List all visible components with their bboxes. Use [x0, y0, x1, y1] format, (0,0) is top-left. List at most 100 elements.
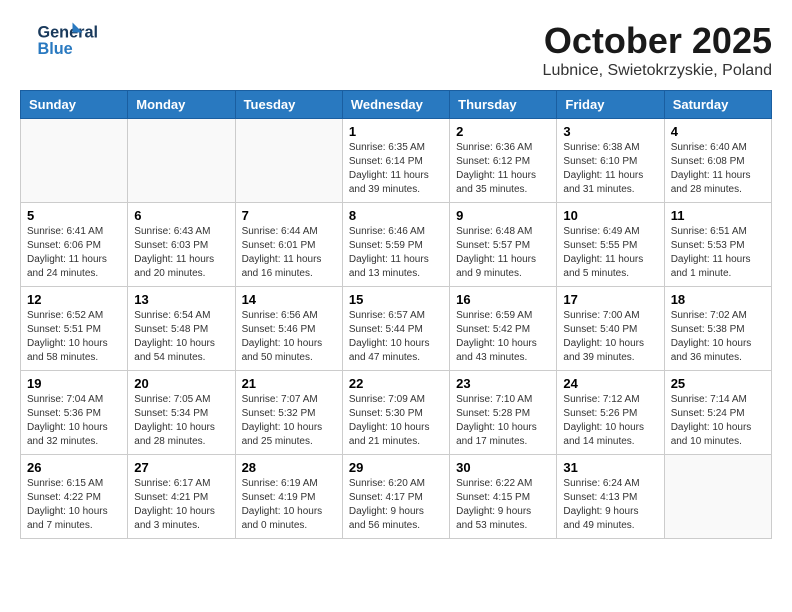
day-info: Sunrise: 6:46 AM Sunset: 5:59 PM Dayligh… — [349, 225, 443, 281]
day-number: 2 — [456, 124, 550, 139]
day-number: 31 — [563, 460, 657, 475]
calendar-cell: 25 Sunrise: 7:14 AM Sunset: 5:24 PM Dayli… — [664, 371, 771, 455]
day-number: 4 — [671, 124, 765, 139]
day-number: 18 — [671, 292, 765, 307]
day-info: Sunrise: 6:52 AM Sunset: 5:51 PM Dayligh… — [27, 309, 121, 365]
calendar-cell: 21 Sunrise: 7:07 AM Sunset: 5:32 PM Dayli… — [235, 371, 342, 455]
calendar-cell: 9 Sunrise: 6:48 AM Sunset: 5:57 PM Daylig… — [450, 203, 557, 287]
calendar-cell: 14 Sunrise: 6:56 AM Sunset: 5:46 PM Dayli… — [235, 287, 342, 371]
day-info: Sunrise: 6:36 AM Sunset: 6:12 PM Dayligh… — [456, 141, 550, 197]
day-number: 26 — [27, 460, 121, 475]
calendar-cell: 17 Sunrise: 7:00 AM Sunset: 5:40 PM Dayli… — [557, 287, 664, 371]
calendar-cell — [21, 119, 128, 203]
day-info: Sunrise: 7:07 AM Sunset: 5:32 PM Dayligh… — [242, 393, 336, 449]
calendar-cell: 10 Sunrise: 6:49 AM Sunset: 5:55 PM Dayli… — [557, 203, 664, 287]
calendar-cell: 19 Sunrise: 7:04 AM Sunset: 5:36 PM Dayli… — [21, 371, 128, 455]
day-info: Sunrise: 6:49 AM Sunset: 5:55 PM Dayligh… — [563, 225, 657, 281]
day-info: Sunrise: 7:05 AM Sunset: 5:34 PM Dayligh… — [134, 393, 228, 449]
day-number: 19 — [27, 376, 121, 391]
calendar-cell: 24Sunrise: 7:12 AM Sunset: 5:26 PM Dayli… — [557, 371, 664, 455]
day-number: 15 — [349, 292, 443, 307]
day-number: 1 — [349, 124, 443, 139]
location-subtitle: Lubnice, Swietokrzyskie, Poland — [543, 62, 772, 80]
calendar-cell: 1Sunrise: 6:35 AM Sunset: 6:14 PM Daylig… — [342, 119, 449, 203]
calendar-cell: 6Sunrise: 6:43 AM Sunset: 6:03 PM Daylig… — [128, 203, 235, 287]
calendar-week-row: 19 Sunrise: 7:04 AM Sunset: 5:36 PM Dayli… — [21, 371, 772, 455]
day-info: Sunrise: 7:14 AM Sunset: 5:24 PM Dayligh… — [671, 393, 765, 449]
calendar-week-row: 1Sunrise: 6:35 AM Sunset: 6:14 PM Daylig… — [21, 119, 772, 203]
calendar-week-row: 26 Sunrise: 6:15 AM Sunset: 4:22 PM Dayli… — [21, 455, 772, 539]
day-number: 3 — [563, 124, 657, 139]
calendar-cell: 28 Sunrise: 6:19 AM Sunset: 4:19 PM Dayli… — [235, 455, 342, 539]
day-number: 5 — [27, 208, 121, 223]
day-number: 27 — [134, 460, 228, 475]
col-header-thursday: Thursday — [450, 91, 557, 119]
page-header: General Blue October 2025 Lubnice, Swiet… — [20, 20, 772, 80]
day-info: Sunrise: 7:02 AM Sunset: 5:38 PM Dayligh… — [671, 309, 765, 365]
calendar-cell: 20Sunrise: 7:05 AM Sunset: 5:34 PM Dayli… — [128, 371, 235, 455]
calendar-week-row: 12 Sunrise: 6:52 AM Sunset: 5:51 PM Dayli… — [21, 287, 772, 371]
day-number: 14 — [242, 292, 336, 307]
day-number: 16 — [456, 292, 550, 307]
calendar-cell: 3Sunrise: 6:38 AM Sunset: 6:10 PM Daylig… — [557, 119, 664, 203]
calendar-cell — [128, 119, 235, 203]
day-number: 25 — [671, 376, 765, 391]
calendar-cell: 27 Sunrise: 6:17 AM Sunset: 4:21 PM Dayli… — [128, 455, 235, 539]
day-info: Sunrise: 7:12 AM Sunset: 5:26 PM Dayligh… — [563, 393, 657, 449]
col-header-tuesday: Tuesday — [235, 91, 342, 119]
day-info: Sunrise: 6:48 AM Sunset: 5:57 PM Dayligh… — [456, 225, 550, 281]
calendar-week-row: 5Sunrise: 6:41 AM Sunset: 6:06 PM Daylig… — [21, 203, 772, 287]
day-info: Sunrise: 6:56 AM Sunset: 5:46 PM Dayligh… — [242, 309, 336, 365]
day-number: 17 — [563, 292, 657, 307]
day-info: Sunrise: 7:00 AM Sunset: 5:40 PM Dayligh… — [563, 309, 657, 365]
day-number: 11 — [671, 208, 765, 223]
day-number: 21 — [242, 376, 336, 391]
col-header-monday: Monday — [128, 91, 235, 119]
day-info: Sunrise: 6:57 AM Sunset: 5:44 PM Dayligh… — [349, 309, 443, 365]
logo-icon: General Blue — [20, 20, 100, 60]
calendar-cell: 11 Sunrise: 6:51 AM Sunset: 5:53 PM Dayli… — [664, 203, 771, 287]
col-header-friday: Friday — [557, 91, 664, 119]
calendar-cell: 15 Sunrise: 6:57 AM Sunset: 5:44 PM Dayli… — [342, 287, 449, 371]
col-header-saturday: Saturday — [664, 91, 771, 119]
calendar-cell: 7 Sunrise: 6:44 AM Sunset: 6:01 PM Daylig… — [235, 203, 342, 287]
calendar-cell: 29 Sunrise: 6:20 AM Sunset: 4:17 PM Dayli… — [342, 455, 449, 539]
month-title: October 2025 — [543, 20, 772, 62]
day-info: Sunrise: 6:20 AM Sunset: 4:17 PM Dayligh… — [349, 477, 443, 533]
calendar-cell: 5Sunrise: 6:41 AM Sunset: 6:06 PM Daylig… — [21, 203, 128, 287]
day-info: Sunrise: 6:51 AM Sunset: 5:53 PM Dayligh… — [671, 225, 765, 281]
col-header-sunday: Sunday — [21, 91, 128, 119]
day-info: Sunrise: 6:59 AM Sunset: 5:42 PM Dayligh… — [456, 309, 550, 365]
calendar-cell: 4Sunrise: 6:40 AM Sunset: 6:08 PM Daylig… — [664, 119, 771, 203]
day-number: 28 — [242, 460, 336, 475]
day-info: Sunrise: 6:43 AM Sunset: 6:03 PM Dayligh… — [134, 225, 228, 281]
day-info: Sunrise: 6:17 AM Sunset: 4:21 PM Dayligh… — [134, 477, 228, 533]
calendar-cell: 30 Sunrise: 6:22 AM Sunset: 4:15 PM Dayli… — [450, 455, 557, 539]
day-number: 9 — [456, 208, 550, 223]
day-number: 23 — [456, 376, 550, 391]
calendar-cell: 12 Sunrise: 6:52 AM Sunset: 5:51 PM Dayli… — [21, 287, 128, 371]
day-info: Sunrise: 7:10 AM Sunset: 5:28 PM Dayligh… — [456, 393, 550, 449]
calendar-cell: 23 Sunrise: 7:10 AM Sunset: 5:28 PM Dayli… — [450, 371, 557, 455]
day-info: Sunrise: 7:04 AM Sunset: 5:36 PM Dayligh… — [27, 393, 121, 449]
day-number: 30 — [456, 460, 550, 475]
day-number: 10 — [563, 208, 657, 223]
day-info: Sunrise: 6:54 AM Sunset: 5:48 PM Dayligh… — [134, 309, 228, 365]
day-info: Sunrise: 6:44 AM Sunset: 6:01 PM Dayligh… — [242, 225, 336, 281]
col-header-wednesday: Wednesday — [342, 91, 449, 119]
day-info: Sunrise: 6:19 AM Sunset: 4:19 PM Dayligh… — [242, 477, 336, 533]
day-info: Sunrise: 6:15 AM Sunset: 4:22 PM Dayligh… — [27, 477, 121, 533]
calendar-cell: 2 Sunrise: 6:36 AM Sunset: 6:12 PM Daylig… — [450, 119, 557, 203]
day-number: 12 — [27, 292, 121, 307]
day-number: 7 — [242, 208, 336, 223]
day-number: 29 — [349, 460, 443, 475]
calendar-cell: 16 Sunrise: 6:59 AM Sunset: 5:42 PM Dayli… — [450, 287, 557, 371]
logo: General Blue — [20, 20, 100, 60]
day-info: Sunrise: 6:24 AM Sunset: 4:13 PM Dayligh… — [563, 477, 657, 533]
calendar-table: SundayMondayTuesdayWednesdayThursdayFrid… — [20, 90, 772, 539]
day-number: 22 — [349, 376, 443, 391]
calendar-cell: 13Sunrise: 6:54 AM Sunset: 5:48 PM Dayli… — [128, 287, 235, 371]
title-section: October 2025 Lubnice, Swietokrzyskie, Po… — [543, 20, 772, 80]
svg-text:Blue: Blue — [38, 40, 73, 58]
day-info: Sunrise: 6:22 AM Sunset: 4:15 PM Dayligh… — [456, 477, 550, 533]
